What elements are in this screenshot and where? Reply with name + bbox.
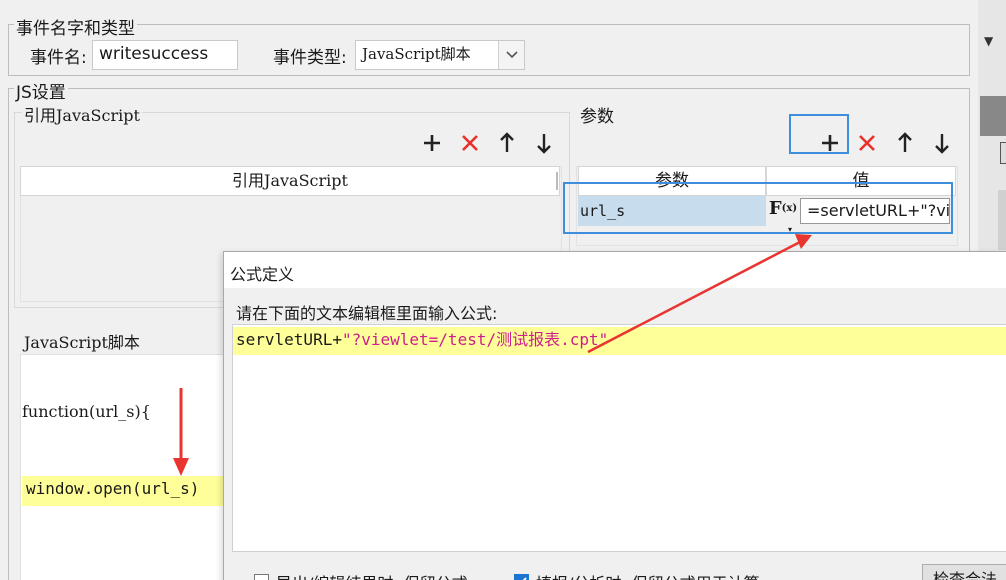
annotation-box-param-row (563, 182, 953, 234)
dropdown-arrow-icon[interactable]: ▼ (984, 34, 993, 48)
event-group-legend: 事件名字和类型 (14, 14, 137, 39)
toolbar-strip (980, 96, 1006, 136)
check-icon (522, 577, 527, 580)
script-code-line[interactable]: window.open(url_s) (22, 476, 228, 506)
formula-string-literal: "?viewlet=/test/测试报表.cpt" (341, 330, 609, 349)
ref-js-column-header[interactable]: 引用JavaScript (20, 166, 560, 196)
js-group-legend: JS设置 (14, 78, 68, 103)
option1-checkbox[interactable] (254, 574, 269, 580)
scrollbar[interactable] (998, 190, 1006, 250)
script-title: JavaScript脚本 (24, 333, 140, 352)
function-signature: function(url_s){ (22, 402, 151, 421)
formula-line[interactable]: servletURL+"?viewlet=/test/测试报表.cpt" (233, 327, 1006, 355)
script-editor[interactable] (20, 354, 230, 580)
event-name-input[interactable]: writesuccess (92, 40, 238, 70)
chevron-down-icon[interactable] (498, 41, 524, 69)
ref-add-button[interactable] (419, 130, 445, 156)
event-type-value: JavaScript脚本 (362, 45, 471, 63)
red-x-icon (462, 135, 478, 151)
formula-dialog: 公式定义 请在下面的文本编辑框里面输入公式: servletURL+"?view… (223, 251, 1006, 580)
column-resize-handle[interactable] (556, 172, 558, 190)
ref-delete-button[interactable] (457, 130, 483, 156)
params-delete-button[interactable] (854, 130, 880, 156)
params-move-up-button[interactable] (892, 130, 918, 156)
formula-editor[interactable]: servletURL+"?viewlet=/test/测试报表.cpt" (232, 324, 1006, 552)
dialog-title: 公式定义 (230, 265, 295, 284)
event-type-label: 事件类型: (273, 48, 347, 68)
ref-move-down-button[interactable] (531, 130, 557, 156)
params-move-down-button[interactable] (929, 130, 955, 156)
red-x-icon (859, 135, 875, 151)
check-validity-button[interactable]: 检查合法 (922, 564, 1006, 580)
annotation-box-add (789, 114, 849, 154)
event-type-select[interactable]: JavaScript脚本 (355, 40, 525, 70)
arrow-up-icon (500, 132, 514, 152)
toolbar-button[interactable] (1000, 142, 1006, 164)
ref-js-title: 引用JavaScript (22, 102, 142, 126)
params-title: 参数 (580, 107, 614, 127)
formula-identifier: servletURL+ (236, 330, 342, 349)
option2-label: 填报/分析时, 保留公式用于计算 (536, 570, 760, 580)
formula-instruction: 请在下面的文本编辑框里面输入公式: (236, 304, 498, 323)
option2-checkbox[interactable] (514, 574, 529, 580)
arrow-down-icon (935, 134, 949, 154)
option1-label: 导出/编辑结果时, 保留公式 (276, 570, 468, 580)
arrow-up-icon (898, 132, 912, 152)
plus-icon (424, 135, 440, 151)
arrow-down-icon (537, 134, 551, 154)
ref-move-up-button[interactable] (494, 130, 520, 156)
code-text: window.open(url_s) (26, 479, 200, 498)
event-name-label: 事件名: (30, 48, 87, 68)
